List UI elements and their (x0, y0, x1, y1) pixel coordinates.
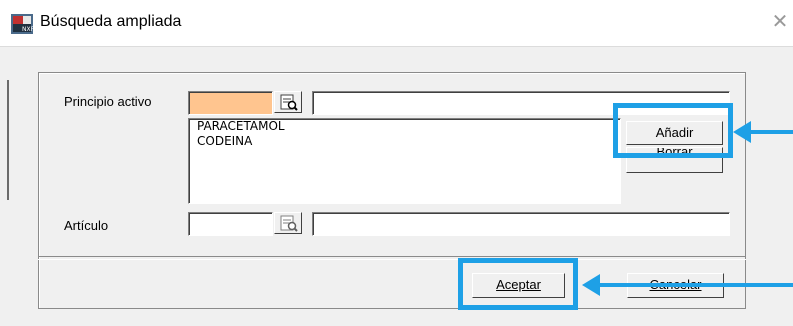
app-icon: NXF (11, 14, 35, 34)
accept-button-highlight (458, 258, 578, 310)
principio-activo-list[interactable]: PARACETAMOL CODEINA (188, 118, 621, 204)
lookup-icon (280, 215, 298, 232)
articulo-code-field[interactable] (188, 212, 273, 236)
add-arrow-head (733, 121, 751, 143)
principio-activo-code-field[interactable] (188, 91, 273, 115)
accept-arrow-line (598, 283, 793, 287)
articulo-label: Artículo (64, 218, 109, 233)
principio-activo-label: Principio activo (64, 94, 152, 109)
dialog-window: NXF Búsqueda ampliada ✕ Principio activo… (0, 0, 793, 326)
list-item[interactable]: CODEINA (189, 134, 620, 149)
window-title: Búsqueda ampliada (40, 13, 182, 30)
accept-arrow-head (582, 274, 600, 296)
close-icon[interactable]: ✕ (770, 12, 790, 32)
articulo-lookup-button[interactable] (274, 212, 302, 234)
lookup-icon (280, 94, 298, 111)
title-bar: NXF Búsqueda ampliada ✕ (0, 0, 793, 47)
articulo-name-field[interactable] (312, 212, 730, 236)
principio-activo-lookup-button[interactable] (274, 91, 302, 113)
add-arrow-line (748, 130, 793, 134)
list-item[interactable]: PARACETAMOL (189, 119, 620, 134)
svg-text:NXF: NXF (22, 26, 33, 33)
add-button-highlight (613, 103, 733, 158)
left-divider (7, 80, 9, 200)
footer-separator (38, 256, 746, 260)
